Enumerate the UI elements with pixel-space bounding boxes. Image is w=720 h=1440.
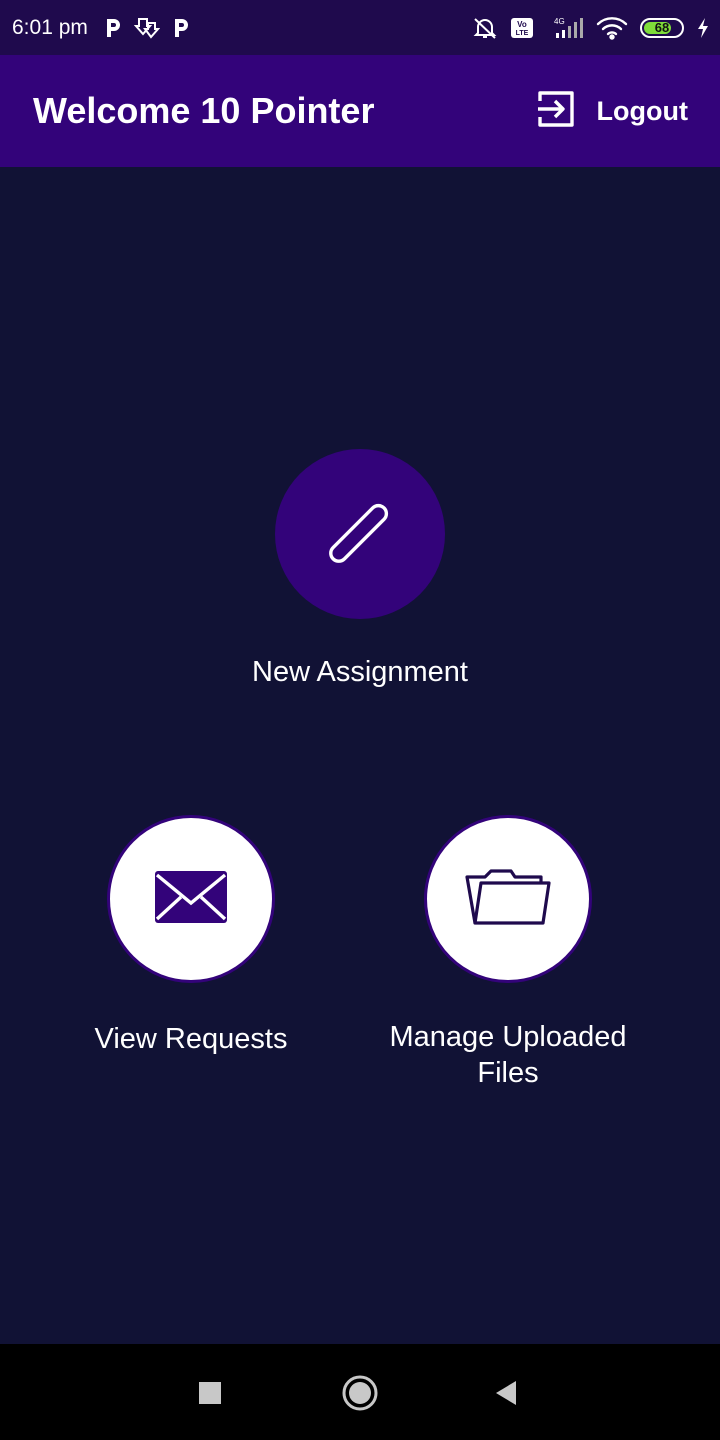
page-title: Welcome 10 Pointer — [33, 90, 375, 131]
view-requests-label: View Requests — [94, 1023, 288, 1055]
download-icon — [133, 17, 160, 39]
volte-icon: Vo LTE — [510, 17, 534, 39]
back-button[interactable] — [494, 1379, 518, 1412]
new-assignment-button[interactable] — [275, 449, 445, 619]
svg-text:LTE: LTE — [516, 30, 529, 37]
manage-files-label: Manage Uploaded Files — [389, 1019, 626, 1091]
recents-button[interactable] — [198, 1381, 222, 1410]
home-button[interactable] — [342, 1375, 378, 1416]
logout-label: Logout — [596, 95, 688, 126]
status-time: 6:01 pm — [12, 15, 88, 39]
battery-icon: 68 — [640, 17, 684, 38]
signal-icon: 4G — [546, 16, 584, 40]
view-requests-tile[interactable]: View Requests — [70, 815, 312, 1057]
system-nav-bar — [0, 1344, 720, 1440]
view-requests-button[interactable] — [107, 815, 275, 983]
mail-icon — [153, 869, 229, 930]
new-assignment-tile[interactable]: New Assignment — [200, 449, 520, 690]
charging-icon — [696, 17, 710, 39]
logout-icon — [537, 90, 575, 133]
folder-icon — [465, 867, 551, 932]
logout-button[interactable]: Logout — [537, 90, 688, 133]
svg-text:Vo: Vo — [517, 20, 527, 29]
square-icon — [199, 1382, 221, 1404]
parking-icon — [104, 17, 122, 39]
circle-icon — [342, 1375, 378, 1411]
mute-icon — [472, 16, 498, 40]
wifi-icon — [596, 16, 628, 40]
manage-files-tile[interactable]: Manage Uploaded Files — [372, 815, 644, 1091]
status-right: Vo LTE 4G 68 — [472, 16, 710, 40]
status-left: 6:01 pm — [12, 16, 190, 40]
app-bar: Welcome 10 Pointer Logout — [0, 55, 720, 167]
new-assignment-label: New Assignment — [252, 656, 468, 688]
manage-files-label-line1: Manage Uploaded — [389, 1021, 627, 1053]
status-bar: 6:01 pm Vo LTE 4G 68 — [0, 0, 720, 55]
manage-files-button[interactable] — [424, 815, 592, 983]
parking-icon — [172, 17, 190, 39]
back-triangle-icon — [496, 1381, 516, 1405]
svg-text:4G: 4G — [554, 17, 565, 26]
paperclip-icon — [320, 492, 400, 577]
battery-level: 68 — [654, 20, 670, 35]
manage-files-label-line2: Files — [477, 1057, 539, 1089]
